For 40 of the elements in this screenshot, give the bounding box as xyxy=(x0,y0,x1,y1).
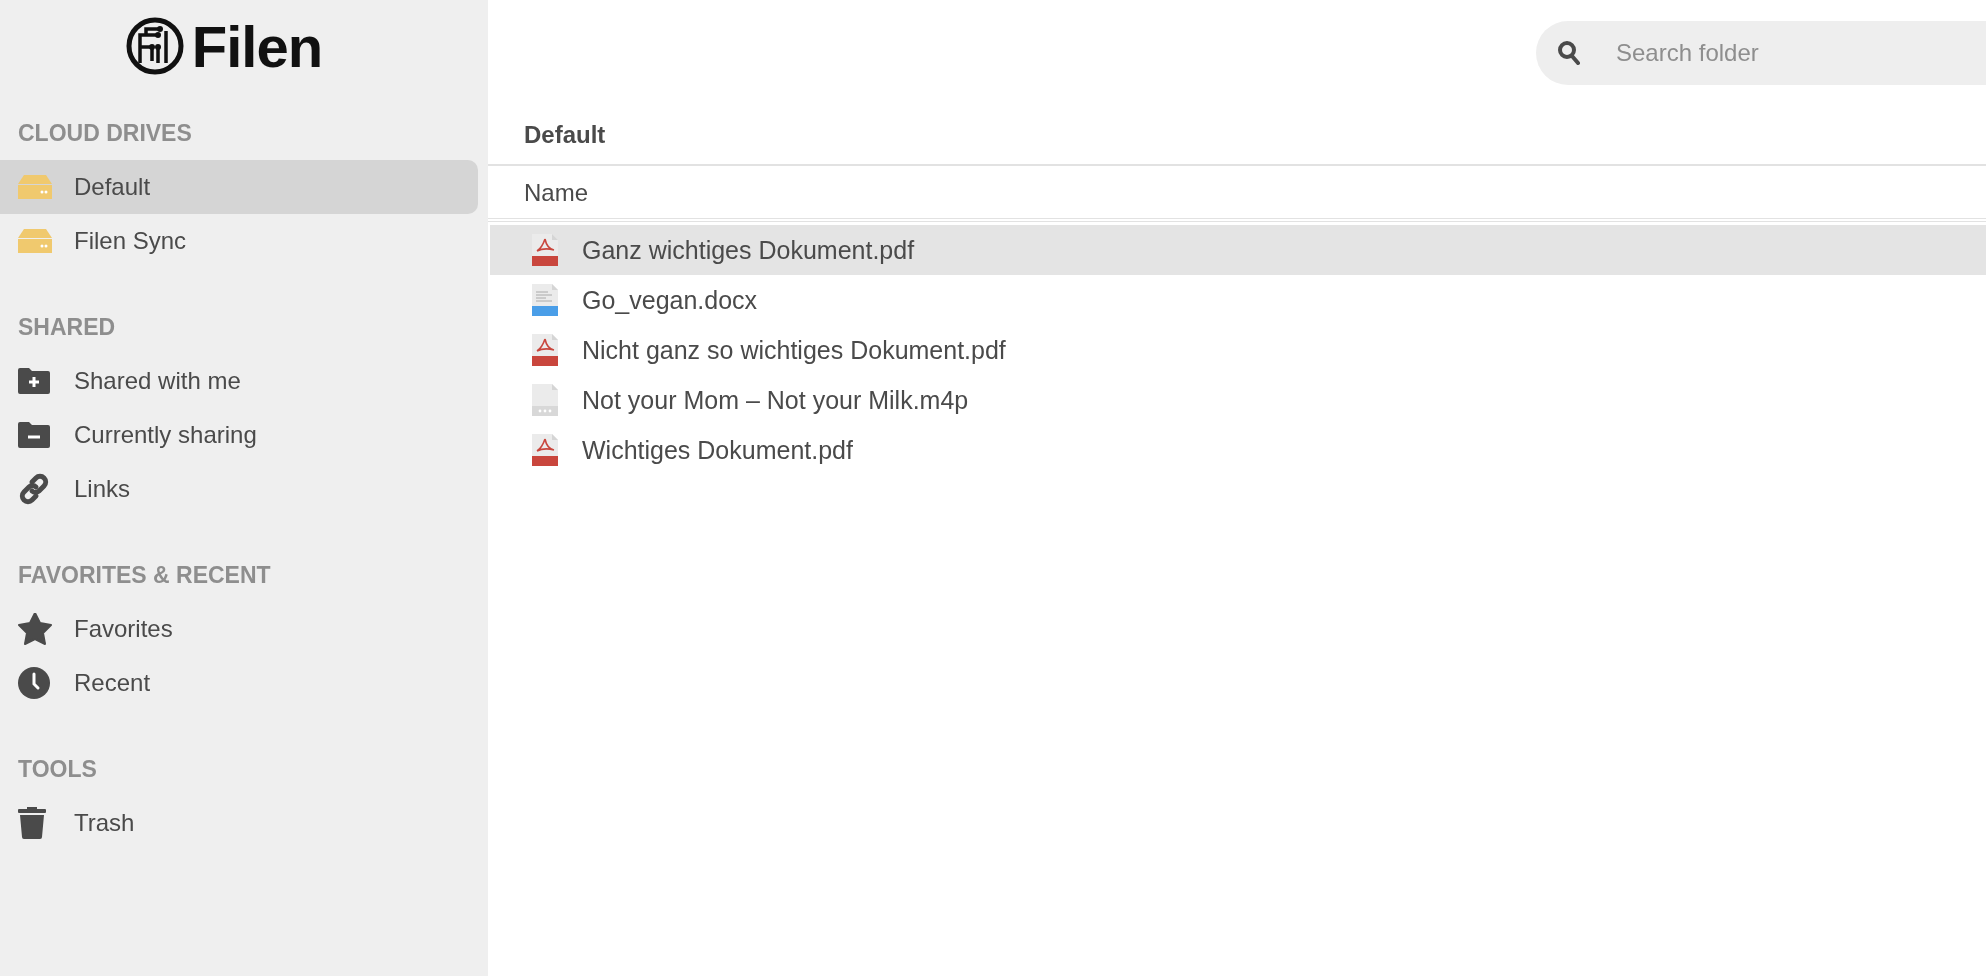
logo-text: Filen xyxy=(191,12,323,80)
section-heading: FAVORITES & RECENT xyxy=(17,561,272,590)
file-row[interactable]: Nicht ganz so wichtiges Dokument.pdf xyxy=(490,325,1986,375)
sidebar-item[interactable]: Favorites xyxy=(0,602,478,656)
folder-minus-icon xyxy=(18,422,50,448)
sidebar-item[interactable]: Shared with me xyxy=(0,354,478,408)
file-icon xyxy=(532,384,558,416)
file-name: Nicht ganz so wichtiges Dokument.pdf xyxy=(582,335,1006,365)
doc-file-icon xyxy=(532,284,558,316)
section-heading: SHARED xyxy=(17,313,117,342)
section-heading: CLOUD DRIVES xyxy=(17,119,193,148)
file-row[interactable]: Go_vegan.docx xyxy=(490,275,1986,325)
star-icon xyxy=(18,613,52,645)
section-heading: TOOLS xyxy=(17,755,98,784)
file-row[interactable]: Ganz wichtiges Dokument.pdf xyxy=(490,225,1986,275)
search-field[interactable]: Search folder xyxy=(1536,21,1986,85)
drive-icon xyxy=(18,175,52,199)
link-icon xyxy=(18,473,50,505)
file-name: Wichtiges Dokument.pdf xyxy=(582,435,853,465)
file-name: Ganz wichtiges Dokument.pdf xyxy=(582,235,915,265)
folder-plus-icon xyxy=(18,368,50,394)
sidebar-item[interactable]: Default xyxy=(0,160,478,214)
trash-icon xyxy=(18,807,46,839)
pdf-file-icon xyxy=(532,434,558,466)
sidebar-item[interactable]: Currently sharing xyxy=(0,408,478,462)
sidebar-item[interactable]: Trash xyxy=(0,796,478,850)
search-icon xyxy=(1558,41,1580,65)
sidebar-item[interactable]: Filen Sync xyxy=(0,214,478,268)
file-name: Not your Mom – Not your Milk.m4p xyxy=(582,385,969,415)
pdf-file-icon xyxy=(532,334,558,366)
sidebar-item[interactable]: Links xyxy=(0,462,478,516)
pdf-file-icon xyxy=(532,234,558,266)
sidebar-item[interactable]: Recent xyxy=(0,656,478,710)
logo-icon xyxy=(125,17,184,75)
clock-icon xyxy=(18,667,50,699)
folder-title: Default xyxy=(488,106,1986,166)
file-row[interactable]: Wichtiges Dokument.pdf xyxy=(490,425,1986,475)
file-name: Go_vegan.docx xyxy=(582,285,758,315)
file-row[interactable]: Not your Mom – Not your Milk.m4p xyxy=(490,375,1986,425)
drive-icon xyxy=(18,229,52,253)
